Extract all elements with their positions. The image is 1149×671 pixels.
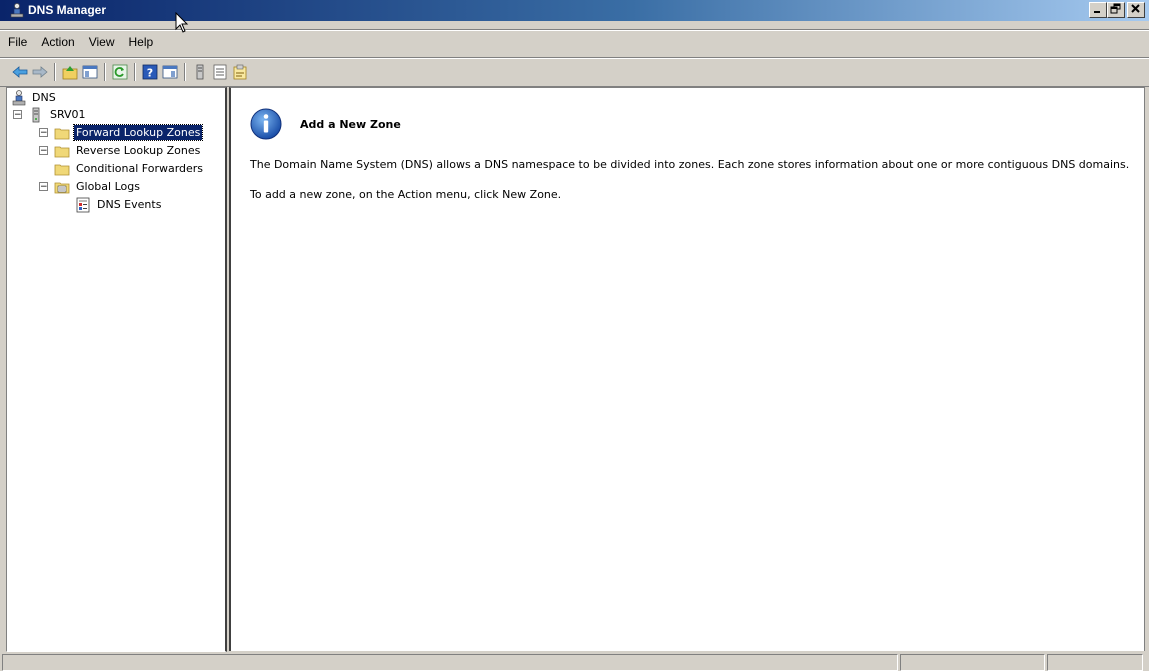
toolbar-separator (184, 63, 186, 81)
tree-label-forward-lookup-zones: Forward Lookup Zones (72, 124, 204, 141)
status-bar-main-cell (2, 654, 898, 671)
restore-button[interactable] (1107, 2, 1125, 18)
dns-app-icon (10, 3, 24, 18)
tree-node-forward-lookup-zones[interactable]: − Forward Lookup Zones (39, 124, 204, 141)
event-log-folder-icon (54, 182, 70, 193)
menu-action[interactable]: Action (34, 35, 81, 49)
content-description: The Domain Name System (DNS) allows a DN… (250, 158, 1130, 171)
menubar-top-divider (0, 29, 1149, 31)
tree-node-reverse-lookup-zones[interactable]: − Reverse Lookup Zones (39, 142, 202, 159)
folder-icon (54, 164, 70, 175)
info-icon (250, 108, 282, 140)
tree-label-dns: DNS (32, 91, 56, 104)
forward-icon[interactable] (32, 64, 48, 80)
mouse-cursor-icon (175, 12, 189, 33)
tree-label-conditional-forwarders: Conditional Forwarders (76, 162, 204, 175)
server-icon[interactable] (192, 64, 208, 80)
content-instructions: To add a new zone, on the Action menu, c… (250, 188, 562, 201)
help-icon[interactable]: ? (142, 64, 158, 80)
close-button[interactable] (1127, 2, 1145, 18)
svg-text:?: ? (147, 67, 153, 80)
dns-manager-window: DNS Manager File Action View Help ? DNS … (0, 0, 1149, 671)
menu-view[interactable]: View (82, 35, 122, 49)
tree-node-dns[interactable]: DNS (11, 89, 58, 106)
minimize-button[interactable] (1089, 2, 1107, 18)
status-bar (0, 652, 1149, 671)
menu-file[interactable]: File (0, 35, 34, 49)
restore-icon (1110, 3, 1121, 14)
toolbar-separator (104, 63, 106, 81)
collapse-icon[interactable]: − (13, 110, 22, 120)
toolbar: ? (0, 57, 1149, 87)
collapse-icon[interactable]: − (39, 128, 48, 138)
collapse-icon[interactable]: − (39, 146, 48, 156)
folder-icon (54, 128, 70, 139)
minimize-icon (1094, 11, 1100, 13)
tree-label-global-logs: Global Logs (76, 180, 140, 193)
results-pane: Add a New Zone The Domain Name System (D… (229, 87, 1145, 651)
show-hide-action-pane-icon[interactable] (162, 64, 178, 80)
status-bar-cell (1047, 654, 1143, 671)
event-log-icon (76, 197, 90, 212)
back-icon[interactable] (12, 64, 28, 80)
window-title: DNS Manager (28, 3, 107, 17)
content-heading: Add a New Zone (300, 118, 401, 131)
refresh-icon[interactable] (112, 64, 128, 80)
menu-help[interactable]: Help (122, 35, 161, 49)
folder-icon (54, 146, 70, 157)
show-hide-tree-icon[interactable] (82, 64, 98, 80)
tree-label-dns-events: DNS Events (97, 198, 162, 211)
tree-node-conditional-forwarders[interactable]: Conditional Forwarders (54, 160, 205, 177)
dns-root-icon (12, 89, 26, 105)
properties-icon[interactable] (232, 64, 248, 80)
tree-label-srv01: SRV01 (50, 108, 86, 121)
toolbar-separator (54, 63, 56, 81)
collapse-icon[interactable]: − (39, 182, 48, 192)
status-bar-cell (900, 654, 1045, 671)
server-icon (32, 107, 40, 122)
up-level-icon[interactable] (62, 64, 78, 80)
list-icon[interactable] (212, 64, 228, 80)
menu-bar: File Action View Help (0, 32, 1149, 52)
tree-node-dns-events[interactable]: DNS Events (75, 196, 163, 213)
tree-node-global-logs[interactable]: − Global Logs (39, 178, 142, 195)
tree-label-reverse-lookup-zones: Reverse Lookup Zones (76, 144, 201, 157)
toolbar-separator (134, 63, 136, 81)
tree-node-srv01[interactable]: − SRV01 (13, 106, 88, 123)
title-bar[interactable]: DNS Manager (0, 0, 1149, 21)
close-icon (1131, 4, 1140, 13)
console-tree-pane[interactable]: DNS − SRV01 − Forward Lookup Zones − Rev… (6, 87, 227, 652)
